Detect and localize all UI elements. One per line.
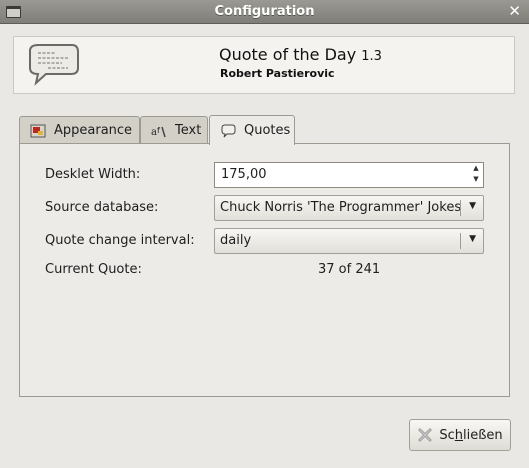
applet-header: Quote of the Day 1.3 Robert Pastierovic (13, 36, 515, 94)
app-title: Quote of the Day (219, 45, 357, 64)
current-quote-value: 37 of 241 (318, 262, 381, 277)
svg-text:f: f (157, 126, 160, 135)
window-title: Configuration (214, 4, 315, 19)
app-version: 1.3 (361, 49, 382, 64)
tab-quotes-label: Quotes (244, 123, 291, 138)
spin-down-icon[interactable]: ▼ (469, 174, 483, 185)
title-bar: Configuration ✕ (0, 0, 529, 24)
tab-appearance-label: Appearance (54, 123, 133, 138)
text-font-icon: a f (151, 126, 166, 138)
window-close-icon[interactable]: ✕ (508, 3, 521, 19)
tab-appearance[interactable]: Appearance (19, 116, 140, 144)
current-quote-label: Current Quote: (45, 262, 142, 277)
speech-bubble-quote-icon (29, 44, 79, 86)
tab-text[interactable]: a f Text (140, 116, 208, 144)
quotes-settings-panel: Desklet Width: 175,00 ▲ ▼ Source databas… (19, 143, 510, 397)
appearance-icon (30, 124, 46, 137)
close-label-mnemonic: h (454, 427, 463, 443)
close-label-prefix: Sc (439, 427, 455, 443)
close-button-label: Schließen (439, 428, 502, 443)
close-label-suffix: ließen (463, 427, 503, 443)
interval-value: daily (220, 233, 252, 248)
spin-arrows[interactable]: ▲ ▼ (469, 163, 483, 187)
close-button[interactable]: Schließen (409, 419, 511, 451)
desklet-width-spinbutton[interactable]: 175,00 ▲ ▼ (214, 162, 484, 188)
close-icon (418, 428, 432, 442)
combo-separator (460, 233, 461, 249)
tab-quotes[interactable]: Quotes (209, 115, 295, 145)
spin-up-icon[interactable]: ▲ (469, 163, 483, 174)
interval-combo[interactable]: daily ▼ (214, 228, 484, 254)
chevron-down-icon[interactable]: ▼ (469, 201, 476, 211)
speech-bubble-icon (221, 124, 236, 137)
app-author: Robert Pastierovic (220, 67, 335, 80)
source-database-combo[interactable]: Chuck Norris 'The Programmer' Jokes ▼ (214, 195, 484, 221)
source-database-label: Source database: (45, 200, 159, 215)
source-database-value: Chuck Norris 'The Programmer' Jokes (220, 200, 462, 215)
desklet-width-label: Desklet Width: (45, 167, 141, 182)
interval-label: Quote change interval: (45, 233, 195, 248)
chevron-down-icon[interactable]: ▼ (469, 234, 476, 244)
app-name: Quote of the Day 1.3 (219, 45, 382, 64)
tab-text-label: Text (175, 123, 202, 138)
combo-separator (460, 200, 461, 216)
desklet-width-value[interactable]: 175,00 (221, 167, 267, 182)
